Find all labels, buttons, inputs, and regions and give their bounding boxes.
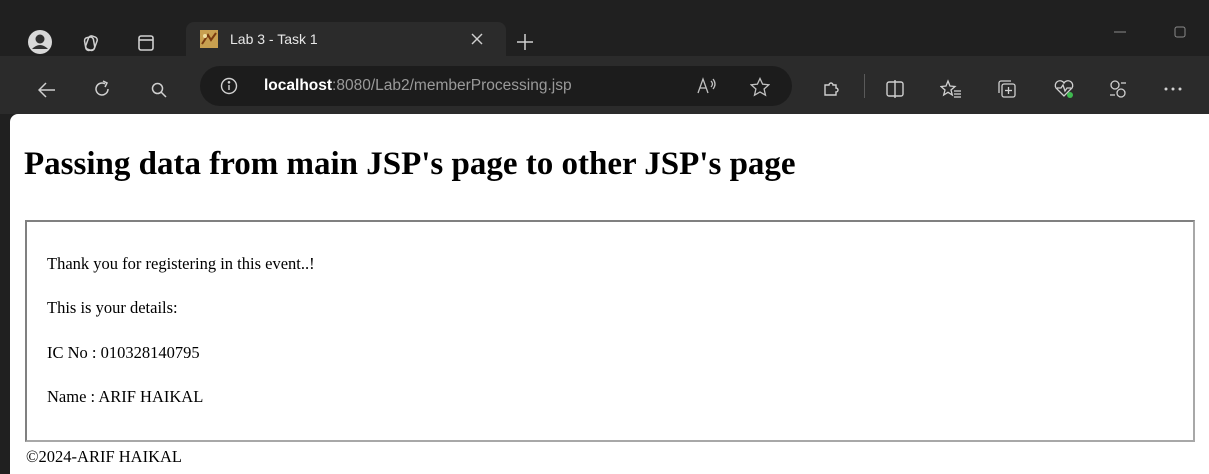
tab-actions-icon[interactable]: [136, 33, 156, 53]
maximize-icon[interactable]: [1172, 24, 1188, 40]
collections-icon[interactable]: [996, 78, 1018, 100]
tab-favicon: [200, 30, 218, 48]
tab-strip: Lab 3 - Task 1: [0, 0, 1209, 56]
browser-essentials-icon[interactable]: [1052, 78, 1076, 100]
details-box: Thank you for registering in this event.…: [25, 220, 1195, 442]
split-screen-icon[interactable]: [884, 78, 906, 100]
close-tab-icon[interactable]: [468, 30, 486, 48]
url-host: localhost: [264, 77, 333, 94]
new-tab-icon[interactable]: [514, 31, 536, 53]
tab-title: Lab 3 - Task 1: [230, 31, 318, 47]
address-bar[interactable]: localhost:8080/Lab2/memberProcessing.jsp: [200, 66, 792, 106]
copilot-icon[interactable]: [1107, 78, 1129, 100]
page-content: Passing data from main JSP's page to oth…: [10, 114, 1209, 474]
favorites-icon[interactable]: [939, 78, 963, 100]
favorite-star-icon[interactable]: [749, 76, 771, 98]
toolbar-divider: [864, 74, 865, 98]
back-icon[interactable]: [36, 79, 58, 101]
url-path: :8080/Lab2/memberProcessing.jsp: [332, 77, 572, 94]
read-aloud-icon[interactable]: [696, 75, 718, 97]
footer-copyright: ©2024-ARIF HAIKAL: [26, 447, 182, 466]
workspaces-icon[interactable]: [80, 32, 102, 54]
member-name: Name : ARIF HAIKAL: [47, 387, 204, 406]
minimize-icon[interactable]: [1112, 24, 1128, 40]
url-text[interactable]: localhost:8080/Lab2/memberProcessing.jsp: [264, 77, 572, 95]
ic-number: IC No : 010328140795: [47, 343, 200, 362]
info-icon[interactable]: [219, 76, 239, 96]
thank-you-text: Thank you for registering in this event.…: [47, 254, 315, 273]
refresh-icon[interactable]: [91, 78, 113, 100]
active-tab[interactable]: Lab 3 - Task 1: [186, 22, 506, 56]
details-label: This is your details:: [47, 298, 178, 317]
extensions-icon[interactable]: [820, 78, 842, 100]
more-icon[interactable]: [1162, 78, 1184, 100]
profile-icon[interactable]: [26, 28, 54, 56]
search-icon[interactable]: [148, 79, 170, 101]
page-heading: Passing data from main JSP's page to oth…: [24, 146, 796, 182]
